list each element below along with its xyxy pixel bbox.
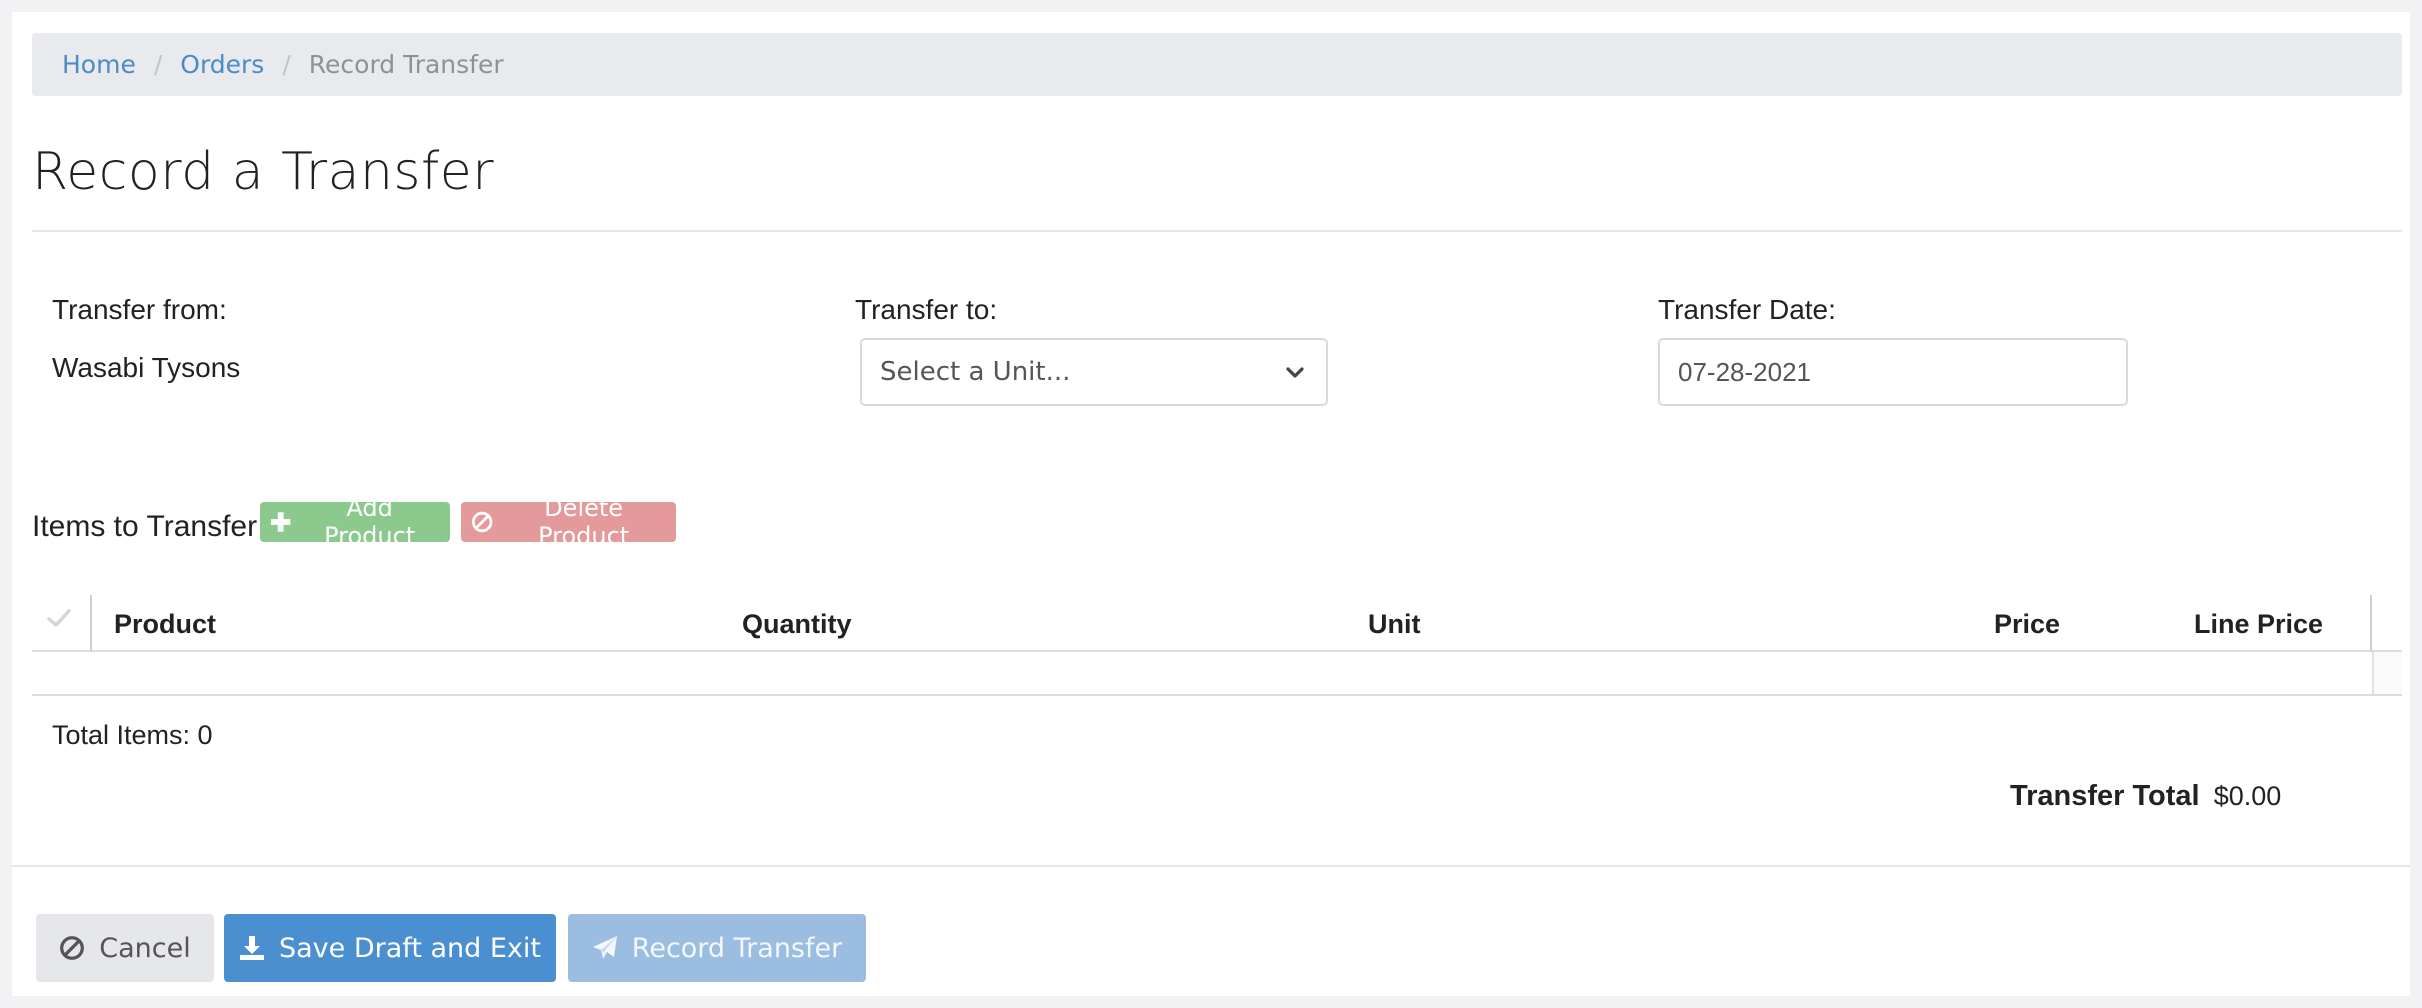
ban-icon — [60, 936, 85, 960]
column-line-price[interactable]: Line Price — [2194, 609, 2323, 640]
ban-icon — [471, 511, 493, 533]
transfer-date-input[interactable] — [1658, 338, 2128, 406]
column-divider — [90, 595, 92, 652]
items-section-label: Items to Transfer — [32, 510, 258, 543]
transfer-from-label: Transfer from: — [52, 294, 227, 325]
breadcrumb: Home / Orders / Record Transfer — [32, 33, 2402, 96]
transfer-total-value: $0.00 — [2213, 781, 2282, 811]
transfer-date-label: Transfer Date: — [1658, 294, 1836, 325]
breadcrumb-separator: / — [282, 50, 291, 79]
transfer-from-value: Wasabi Tysons — [52, 352, 241, 383]
items-table-header: Product Quantity Unit Price Line Price — [32, 595, 2402, 652]
cancel-label: Cancel — [99, 932, 191, 964]
cancel-button[interactable]: Cancel — [36, 914, 214, 982]
column-product[interactable]: Product — [114, 609, 216, 640]
paper-plane-icon — [592, 936, 617, 959]
footer-divider — [12, 865, 2410, 867]
record-transfer-label: Record Transfer — [631, 932, 843, 964]
save-draft-label: Save Draft and Exit — [279, 932, 541, 964]
add-product-label: Add Product — [324, 494, 416, 550]
total-items-count: Total Items: 0 — [52, 720, 213, 750]
delete-product-button[interactable]: Delete Product — [461, 494, 676, 550]
transfer-to-label: Transfer to: — [855, 294, 998, 325]
column-unit[interactable]: Unit — [1368, 609, 1420, 640]
table-scrollbar[interactable] — [2372, 652, 2402, 694]
save-draft-button[interactable]: Save Draft and Exit — [224, 914, 556, 982]
delete-product-label: Delete Product — [538, 494, 630, 550]
column-quantity[interactable]: Quantity — [742, 609, 852, 640]
items-table-body — [32, 652, 2402, 696]
record-transfer-button[interactable]: Record Transfer — [568, 914, 866, 982]
breadcrumb-home[interactable]: Home — [62, 50, 136, 79]
column-price[interactable]: Price — [1994, 609, 2060, 640]
page-title: Record a Transfer — [32, 142, 495, 202]
breadcrumb-separator: / — [153, 50, 163, 79]
breadcrumb-current: Record Transfer — [308, 50, 504, 79]
title-divider — [32, 230, 2402, 232]
transfer-to-placeholder: Select a Unit... — [880, 357, 1071, 387]
add-product-button[interactable]: Add Product — [260, 494, 450, 550]
download-icon — [240, 936, 264, 960]
transfer-total-label: Transfer Total — [2010, 780, 2200, 812]
transfer-to-select[interactable]: Select a Unit... — [860, 338, 1328, 406]
scrollbar-divider — [2370, 595, 2372, 652]
plus-icon — [270, 512, 291, 532]
check-icon[interactable] — [46, 607, 72, 629]
chevron-down-icon — [1286, 367, 1304, 378]
breadcrumb-orders[interactable]: Orders — [180, 50, 264, 79]
page-container: Home / Orders / Record Transfer Record a… — [12, 12, 2410, 996]
transfer-total: Transfer Total $0.00 — [2010, 780, 2281, 813]
